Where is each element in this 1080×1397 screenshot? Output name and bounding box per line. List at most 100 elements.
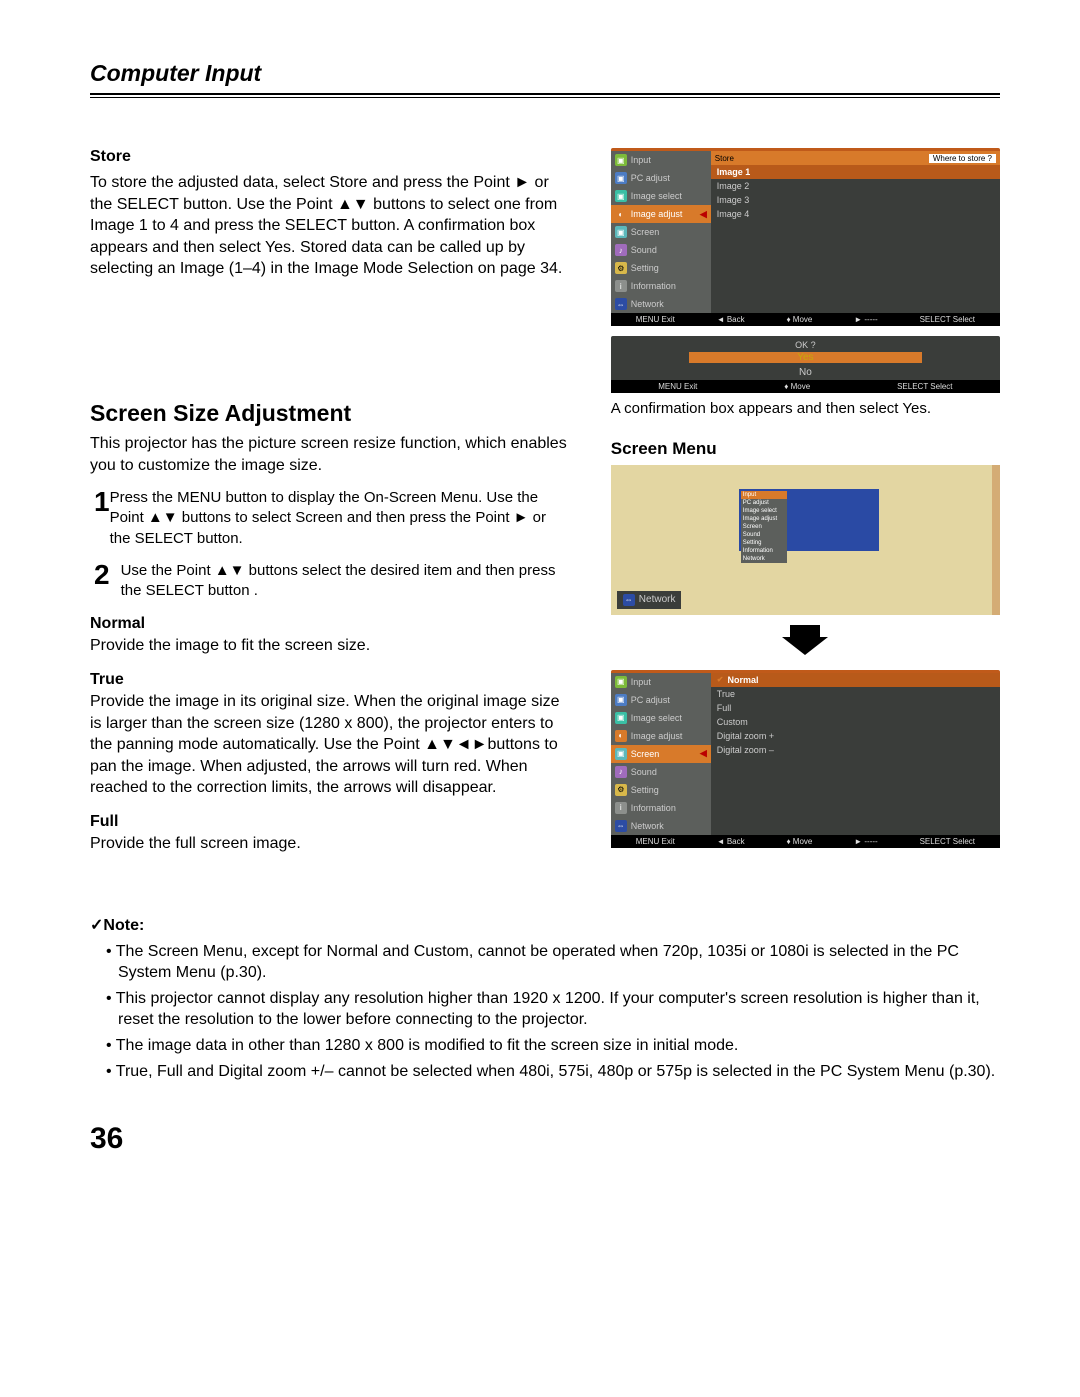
osd-side-sound: ♪Sound <box>611 763 711 781</box>
osd-side-info: iInformation <box>611 799 711 817</box>
osd-side-image-select: ▣Image select <box>611 709 711 727</box>
option-normal-head: Normal <box>90 615 571 633</box>
osd-custom: Custom <box>711 715 1000 729</box>
option-full-head: Full <box>90 813 571 831</box>
network-icon: ⇔ <box>615 298 627 310</box>
note-item: The Screen Menu, except for Normal and C… <box>118 941 1000 984</box>
image-adjust-icon: ◐ <box>615 208 627 220</box>
chevron-icon: ◀ <box>700 209 707 220</box>
osd-side-setting: ⚙Setting <box>611 781 711 799</box>
osd-image-1: Image 1 <box>711 165 1000 179</box>
osd-confirm-box: OK ? Yes No MENU Exit ♦ Move SELECT Sele… <box>611 336 1000 393</box>
osd-side-pc-adjust: ▣PC adjust <box>611 169 711 187</box>
arrow-down-icon <box>611 623 1000 662</box>
osd-zoom-minus: Digital zoom – <box>711 743 1000 757</box>
osd-image-4: Image 4 <box>711 207 1000 221</box>
option-true-text: Provide the image in its original size. … <box>90 691 571 799</box>
osd-side-sound: ♪Sound <box>611 241 711 259</box>
image-select-icon: ▣ <box>615 712 627 724</box>
screen-icon: ▣ <box>615 226 627 238</box>
osd-main-panel: Store Where to store ? Image 1 Image 2 I… <box>711 151 1000 313</box>
chevron-icon: ◀ <box>700 748 707 759</box>
osd-main-panel: Normal True Full Custom Digital zoom + D… <box>711 673 1000 835</box>
confirm-hint-bar: MENU Exit ♦ Move SELECT Select <box>611 380 1000 393</box>
setting-icon: ⚙ <box>615 784 627 796</box>
page-number: 36 <box>90 1122 1000 1156</box>
screen-size-intro: This projector has the picture screen re… <box>90 433 571 476</box>
step-2: 2 Use the Point ▲▼ buttons select the de… <box>94 561 571 602</box>
two-column-layout: Store To store the adjusted data, select… <box>90 148 1000 855</box>
osd-zoom-plus: Digital zoom + <box>711 729 1000 743</box>
input-icon: ▣ <box>615 676 627 688</box>
network-badge: ⇔ Network <box>617 591 682 609</box>
osd-side-network: ⇔Network <box>611 295 711 313</box>
osd-side-image-select: ▣Image select <box>611 187 711 205</box>
osd-screen-screenshot: ▣Input ▣PC adjust ▣Image select ◐Image a… <box>611 670 1000 848</box>
osd-hint-bar: MENU Exit ◄ Back ♦ Move ► ----- SELECT S… <box>611 313 1000 326</box>
osd-side-menu: ▣Input ▣PC adjust ▣Image select ◐Image a… <box>611 151 711 313</box>
osd-side-info: iInformation <box>611 277 711 295</box>
screen-size-heading: Screen Size Adjustment <box>90 400 571 427</box>
confirm-title: OK ? <box>611 340 1000 350</box>
osd-side-input: ▣Input <box>611 151 711 169</box>
rule-thick <box>90 93 1000 95</box>
step-1: 1 Press the MENU button to display the O… <box>94 488 571 549</box>
osd-side-image-adjust: ◐Image adjust◀ <box>611 205 711 223</box>
projection-preview: Input PC adjust Image select Image adjus… <box>611 465 1000 615</box>
store-body: To store the adjusted data, select Store… <box>90 172 571 280</box>
image-select-icon: ▣ <box>615 190 627 202</box>
info-icon: i <box>615 802 627 814</box>
step-number: 1 <box>94 488 110 549</box>
image-adjust-icon: ◐ <box>615 730 627 742</box>
setting-icon: ⚙ <box>615 262 627 274</box>
step-text: Press the MENU button to display the On-… <box>110 488 571 549</box>
osd-side-input: ▣Input <box>611 673 711 691</box>
sound-icon: ♪ <box>615 766 627 778</box>
right-column: ▣Input ▣PC adjust ▣Image select ◐Image a… <box>611 148 1000 855</box>
sound-icon: ♪ <box>615 244 627 256</box>
osd-image-2: Image 2 <box>711 179 1000 193</box>
osd-true: True <box>711 687 1000 701</box>
note-list: The Screen Menu, except for Normal and C… <box>90 941 1000 1083</box>
pc-icon: ▣ <box>615 694 627 706</box>
osd-side-menu: ▣Input ▣PC adjust ▣Image select ◐Image a… <box>611 673 711 835</box>
note-block: ✓Note: The Screen Menu, except for Norma… <box>90 915 1000 1083</box>
osd-store-screenshot: ▣Input ▣PC adjust ▣Image select ◐Image a… <box>611 148 1000 326</box>
note-item: True, Full and Digital zoom +/– cannot b… <box>118 1061 1000 1083</box>
rule-thin <box>90 97 1000 98</box>
osd-side-pc-adjust: ▣PC adjust <box>611 691 711 709</box>
page: Computer Input Store To store the adjust… <box>0 0 1080 1186</box>
osd-image-3: Image 3 <box>711 193 1000 207</box>
confirm-yes: Yes <box>689 352 923 363</box>
option-full-text: Provide the full screen image. <box>90 833 571 855</box>
confirm-no: No <box>611 365 1000 380</box>
network-icon: ⇔ <box>623 594 635 606</box>
osd-side-screen: ▣Screen <box>611 223 711 241</box>
screen-menu-heading: Screen Menu <box>611 439 1000 459</box>
osd-side-setting: ⚙Setting <box>611 259 711 277</box>
osd-side-image-adjust: ◐Image adjust <box>611 727 711 745</box>
pc-icon: ▣ <box>615 172 627 184</box>
option-normal-text: Provide the image to fit the screen size… <box>90 635 571 657</box>
step-number: 2 <box>94 561 121 602</box>
left-column: Store To store the adjusted data, select… <box>90 148 571 855</box>
input-icon: ▣ <box>615 154 627 166</box>
note-item: This projector cannot display any resolu… <box>118 988 1000 1031</box>
note-item: The image data in other than 1280 x 800 … <box>118 1035 1000 1057</box>
osd-full: Full <box>711 701 1000 715</box>
osd-main-bar: Store Where to store ? <box>711 151 1000 165</box>
option-true-head: True <box>90 671 571 689</box>
osd-side-screen: ▣Screen◀ <box>611 745 711 763</box>
network-icon: ⇔ <box>615 820 627 832</box>
info-icon: i <box>615 280 627 292</box>
page-title: Computer Input <box>90 60 1000 87</box>
confirm-caption: A confirmation box appears and then sele… <box>611 399 1000 419</box>
osd-hint-bar: MENU Exit ◄ Back ♦ Move ► ----- SELECT S… <box>611 835 1000 848</box>
mini-osd: Input PC adjust Image select Image adjus… <box>739 489 879 551</box>
osd-side-network: ⇔Network <box>611 817 711 835</box>
osd-normal: Normal <box>711 673 1000 687</box>
screen-icon: ▣ <box>615 748 627 760</box>
note-heading: ✓Note: <box>90 915 1000 935</box>
store-heading: Store <box>90 148 571 166</box>
step-text: Use the Point ▲▼ buttons select the desi… <box>121 561 571 602</box>
